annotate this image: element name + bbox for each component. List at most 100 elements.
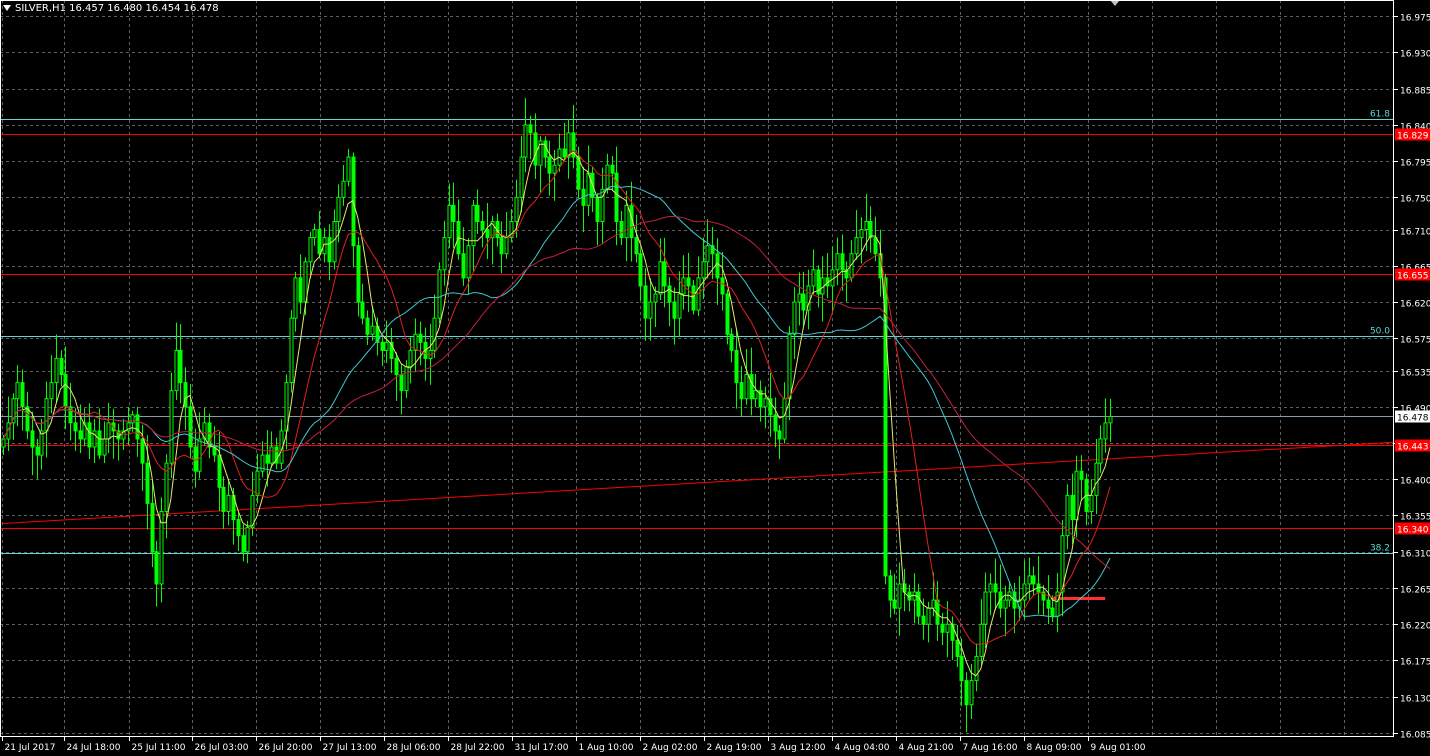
candle-body [1103,422,1108,440]
candle-body [245,527,250,553]
candle-body [648,301,653,319]
level-label: 16.655 [1397,272,1429,282]
candle-body [365,317,370,335]
candle-body [528,124,533,134]
candle-body [940,623,945,633]
x-tick-label: 26 Jul 20:00 [259,743,313,753]
candle-body [289,317,294,384]
candle-body [399,374,404,392]
candle-body [30,430,35,448]
candle-body [169,390,174,464]
candle-body [265,454,270,464]
x-tick-label: 26 Jul 03:00 [195,743,249,753]
x-tick-label: 4 Aug 21:00 [899,743,954,753]
y-tick-label: 16.710 [1400,228,1430,238]
x-tick-label: 25 Jul 11:00 [132,743,186,753]
candle-body [404,365,409,392]
candle-body [773,414,778,432]
candle-body [35,446,40,456]
trendline-layer [2,441,1395,525]
candle-body [945,623,950,633]
y-tick-label: 16.535 [1400,369,1430,379]
candle-body [547,156,552,174]
candle-body [255,470,260,496]
candle-body [269,446,274,464]
candle-body [447,204,452,239]
y-tick-label: 16.085 [1400,731,1430,741]
candle-body [178,349,183,384]
candle-body [686,277,691,287]
y-tick-label: 16.975 [1400,14,1430,24]
moving-average-line [2,150,1111,645]
candle-body [667,285,672,303]
candle-body [605,164,610,190]
candle-body [964,680,969,706]
candle-body [384,341,389,351]
y-tick-label: 16.750 [1400,195,1430,205]
candle-body [413,333,418,351]
candle-body [341,180,346,198]
candle-body [777,430,782,440]
candle-body [1027,575,1032,585]
candle-body [729,333,734,351]
candle-body [49,382,54,400]
candle-body [988,583,993,593]
candle-body [504,237,509,255]
candle-body [471,204,476,247]
candle-body [979,623,984,657]
candle-body [955,639,960,657]
candle-body [983,591,988,625]
candle-body [87,422,92,448]
candle-body [380,341,385,351]
x-tick-label: 28 Jul 06:00 [387,743,441,753]
candle-body [811,269,816,287]
candle-body [360,301,365,319]
candle-body [1108,415,1113,424]
candle-body [643,285,648,319]
candle-body [312,229,317,239]
plot-frame [0,0,1394,737]
candle-body [150,502,155,553]
candle-body [864,221,869,231]
candle-body [44,398,49,432]
y-tick-label: 16.310 [1400,550,1430,560]
candle-body [221,486,226,512]
candle-body [744,374,749,400]
candle-body [533,132,538,166]
candle-body [916,591,921,617]
candle-body [787,333,792,400]
current-price-label: 16.478 [1397,414,1429,424]
candle-body [514,196,519,223]
candle-body [624,204,629,239]
price-chart[interactable]: 61.850.038.2 16.97516.93016.88516.84016.… [0,0,1430,756]
candle-body [859,229,864,239]
y-tick-label: 16.575 [1400,336,1430,346]
fibo-label: 50.0 [1370,327,1390,337]
candle-body [931,599,936,609]
candle-body [188,406,193,448]
x-tick-label: 7 Aug 16:00 [963,743,1018,753]
candle-body [897,583,902,609]
level-label: 16.443 [1397,443,1429,453]
candle-body [1050,607,1055,617]
candle-body [140,438,145,464]
y-tick-label: 16.130 [1400,695,1430,705]
axes-layer: 16.97516.93016.88516.84016.79516.75016.7… [0,0,1430,753]
candle-body [720,277,725,295]
y-tick-label: 16.175 [1400,658,1430,668]
y-tick-label: 16.795 [1400,159,1430,169]
fibo-label: 38.2 [1370,544,1390,554]
candle-body [974,655,979,682]
candle-body [317,229,322,255]
candle-body [797,293,802,303]
candle-body [451,204,456,223]
candle-body [226,494,231,512]
candle-body [638,253,643,287]
candle-body [1,438,6,448]
candle-body [868,221,873,239]
moving-averages-layer [2,143,1111,677]
candle-body [830,269,835,287]
candle-body [193,446,198,472]
candle-body [106,422,111,440]
candle-body [763,398,768,408]
